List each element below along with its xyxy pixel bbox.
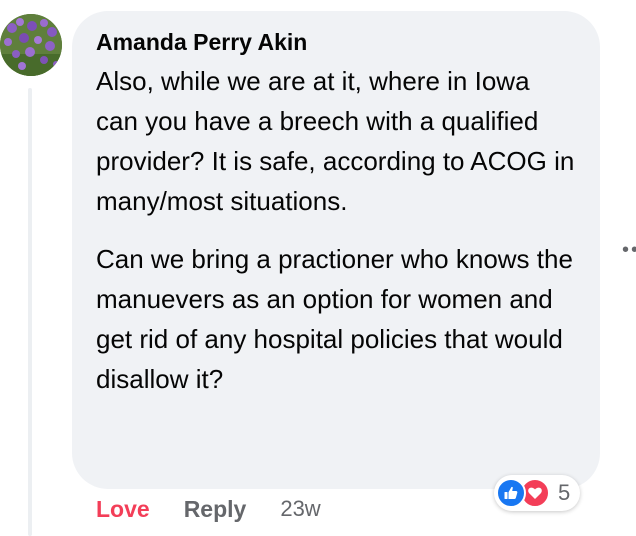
love-button[interactable]: Love (96, 496, 150, 523)
comment-paragraph-1: Also, while we are at it, where in Iowa … (96, 66, 575, 216)
avatar[interactable] (0, 14, 62, 76)
comment-author[interactable]: Amanda Perry Akin (96, 27, 576, 57)
reply-button[interactable]: Reply (184, 496, 247, 523)
comment-timestamp[interactable]: 23w (280, 496, 320, 522)
thread-line (28, 88, 32, 536)
like-icon (496, 478, 526, 508)
reactions-summary[interactable]: 5 (494, 475, 581, 511)
comment-bubble: Amanda Perry Akin Also, while we are at … (72, 11, 600, 489)
comment-actions: Love Reply 23w (96, 494, 321, 524)
comment-paragraph-2: Can we bring a practioner who knows the … (96, 244, 573, 394)
reaction-count: 5 (558, 480, 571, 505)
more-options-icon[interactable]: •• (622, 240, 636, 260)
